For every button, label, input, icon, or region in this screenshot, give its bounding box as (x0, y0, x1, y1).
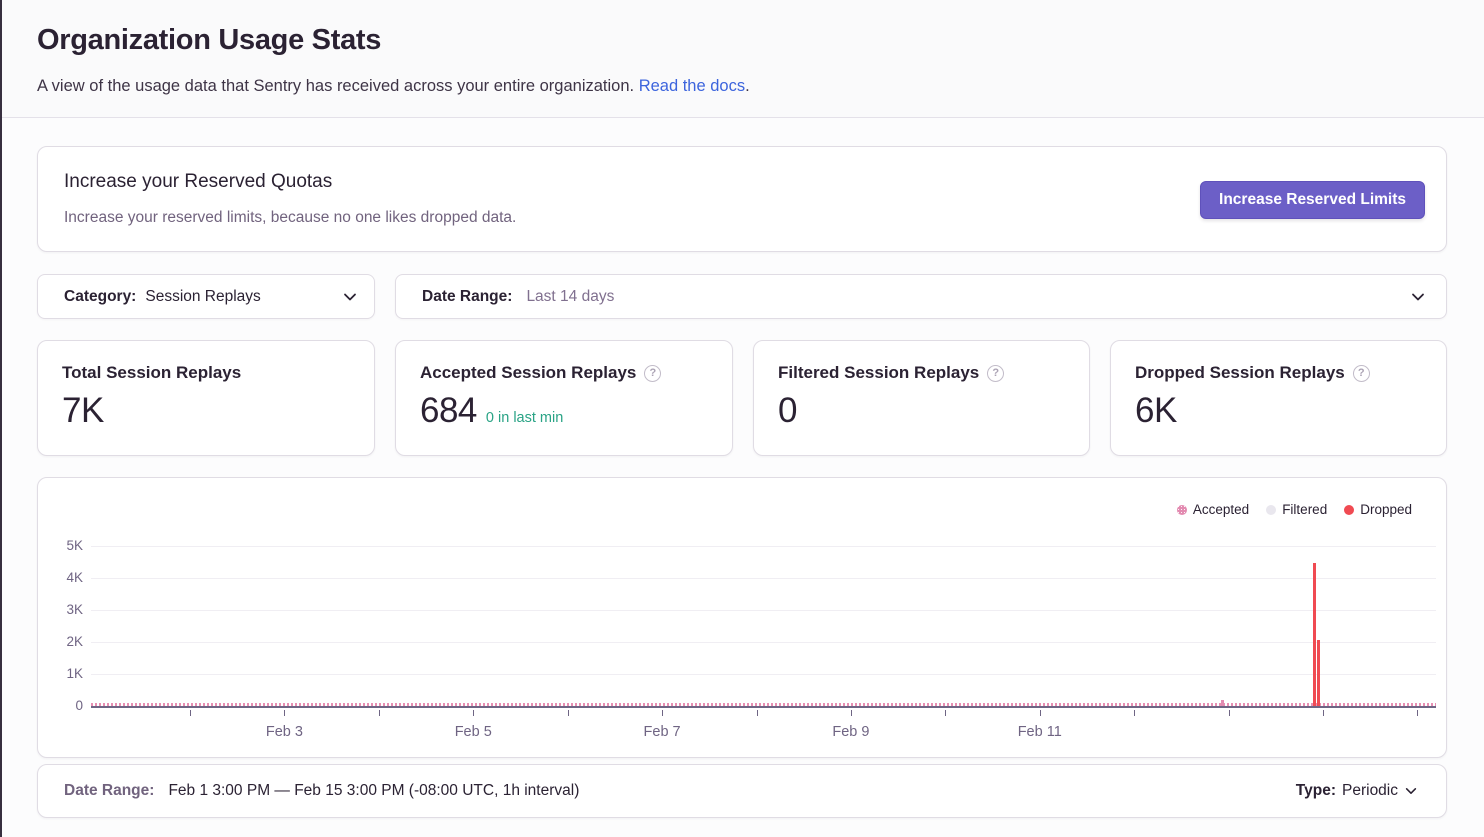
increase-reserved-limits-button[interactable]: Increase Reserved Limits (1200, 181, 1425, 219)
legend-label: Dropped (1360, 502, 1412, 517)
help-icon[interactable]: ? (1353, 365, 1370, 382)
x-axis-tick (662, 710, 663, 716)
chart-legend: Accepted Filtered Dropped (1177, 502, 1412, 517)
accepted-baseline-strip (91, 703, 1436, 706)
stat-card-accepted: Accepted Session Replays ? 684 0 in last… (395, 340, 733, 456)
x-axis-label: Feb 11 (1000, 724, 1080, 740)
x-axis-label: Feb 3 (244, 724, 324, 740)
date-range-filter[interactable]: Date Range: Last 14 days (395, 274, 1447, 319)
x-axis-tick (1040, 710, 1041, 716)
legend-item-filtered[interactable]: Filtered (1266, 502, 1327, 517)
footer-type-value: Periodic (1342, 782, 1398, 800)
legend-item-accepted[interactable]: Accepted (1177, 502, 1249, 517)
gridline (91, 578, 1436, 579)
stat-card-title: Dropped Session Replays (1135, 363, 1345, 383)
x-axis-label: Feb 7 (622, 724, 702, 740)
date-range-filter-value: Last 14 days (526, 288, 614, 306)
page-title: Organization Usage Stats (37, 24, 381, 57)
legend-label: Filtered (1282, 502, 1327, 517)
read-the-docs-link[interactable]: Read the docs (639, 77, 745, 95)
legend-label: Accepted (1193, 502, 1249, 517)
x-axis-tick (284, 710, 285, 716)
stat-card-value: 6K (1135, 391, 1177, 431)
quota-card: Increase your Reserved Quotas Increase y… (37, 146, 1447, 252)
filtered-legend-dot-icon (1266, 505, 1276, 515)
x-axis-label: Feb 9 (811, 724, 891, 740)
footer-date-range-value: Feb 1 3:00 PM — Feb 15 3:00 PM (-08:00 U… (168, 782, 579, 800)
stat-card-title: Filtered Session Replays (778, 363, 979, 383)
x-axis-tick (473, 710, 474, 716)
x-axis-tick (1134, 710, 1135, 716)
gridline (91, 674, 1436, 675)
gridline (91, 546, 1436, 547)
category-filter[interactable]: Category: Session Replays (37, 274, 375, 319)
quota-card-title: Increase your Reserved Quotas (64, 171, 332, 193)
y-axis-label: 1K (43, 666, 83, 681)
stat-card-value: 684 (420, 391, 477, 431)
y-axis-label: 2K (43, 634, 83, 649)
x-axis-tick (1417, 710, 1418, 716)
stat-card-dropped: Dropped Session Replays ? 6K (1110, 340, 1447, 456)
category-filter-value: Session Replays (145, 288, 260, 306)
footer-type-label: Type: (1296, 782, 1336, 800)
page-header: Organization Usage Stats A view of the u… (0, 0, 1484, 118)
page-subtitle-period: . (745, 77, 750, 95)
accepted-legend-dot-icon (1177, 505, 1187, 515)
date-range-filter-label: Date Range: (422, 288, 512, 306)
page-subtitle: A view of the usage data that Sentry has… (37, 77, 750, 96)
stat-card-filtered: Filtered Session Replays ? 0 (753, 340, 1090, 456)
stat-card-total: Total Session Replays 7K (37, 340, 375, 456)
help-icon[interactable]: ? (987, 365, 1004, 382)
x-axis-tick (1229, 710, 1230, 716)
stat-card-title: Accepted Session Replays (420, 363, 636, 383)
x-axis-label: Feb 5 (433, 724, 513, 740)
gridline (91, 610, 1436, 611)
stat-card-title: Total Session Replays (62, 363, 241, 383)
x-axis-tick (757, 710, 758, 716)
bar-accepted (1221, 700, 1224, 706)
chart-footer-bar: Date Range: Feb 1 3:00 PM — Feb 15 3:00 … (37, 764, 1447, 818)
chevron-down-icon (1410, 289, 1426, 305)
quota-card-description: Increase your reserved limits, because n… (64, 209, 516, 227)
legend-item-dropped[interactable]: Dropped (1344, 502, 1412, 517)
y-axis-label: 3K (43, 602, 83, 617)
category-filter-label: Category: (64, 288, 136, 306)
bar-dropped (1313, 563, 1316, 706)
dropped-legend-dot-icon (1344, 505, 1354, 515)
x-axis-tick (1323, 710, 1324, 716)
gridline (91, 642, 1436, 643)
chart-type-dropdown[interactable]: Type: Periodic (1296, 782, 1418, 800)
usage-chart-card: Accepted Filtered Dropped 01K2K3K4K5KFeb… (37, 477, 1447, 758)
y-axis-label: 5K (43, 538, 83, 553)
x-axis-tick (379, 710, 380, 716)
x-axis-tick (851, 710, 852, 716)
stat-card-extra: 0 in last min (486, 410, 563, 426)
chevron-down-icon (342, 289, 358, 305)
y-axis-label: 4K (43, 570, 83, 585)
app-edge-divider (0, 0, 2, 837)
x-axis-tick (945, 710, 946, 716)
help-icon[interactable]: ? (644, 365, 661, 382)
y-axis-label: 0 (43, 698, 83, 713)
footer-date-range-label: Date Range: (64, 782, 154, 800)
bar-dropped (1317, 640, 1320, 706)
x-axis-tick (190, 710, 191, 716)
stat-card-value: 0 (778, 391, 797, 431)
chart-plot-area[interactable]: 01K2K3K4K5KFeb 3Feb 5Feb 7Feb 9Feb 11 (91, 546, 1436, 708)
x-axis-tick (568, 710, 569, 716)
page-subtitle-text: A view of the usage data that Sentry has… (37, 77, 634, 95)
chevron-down-icon (1404, 784, 1418, 798)
stat-card-value: 7K (62, 391, 104, 431)
